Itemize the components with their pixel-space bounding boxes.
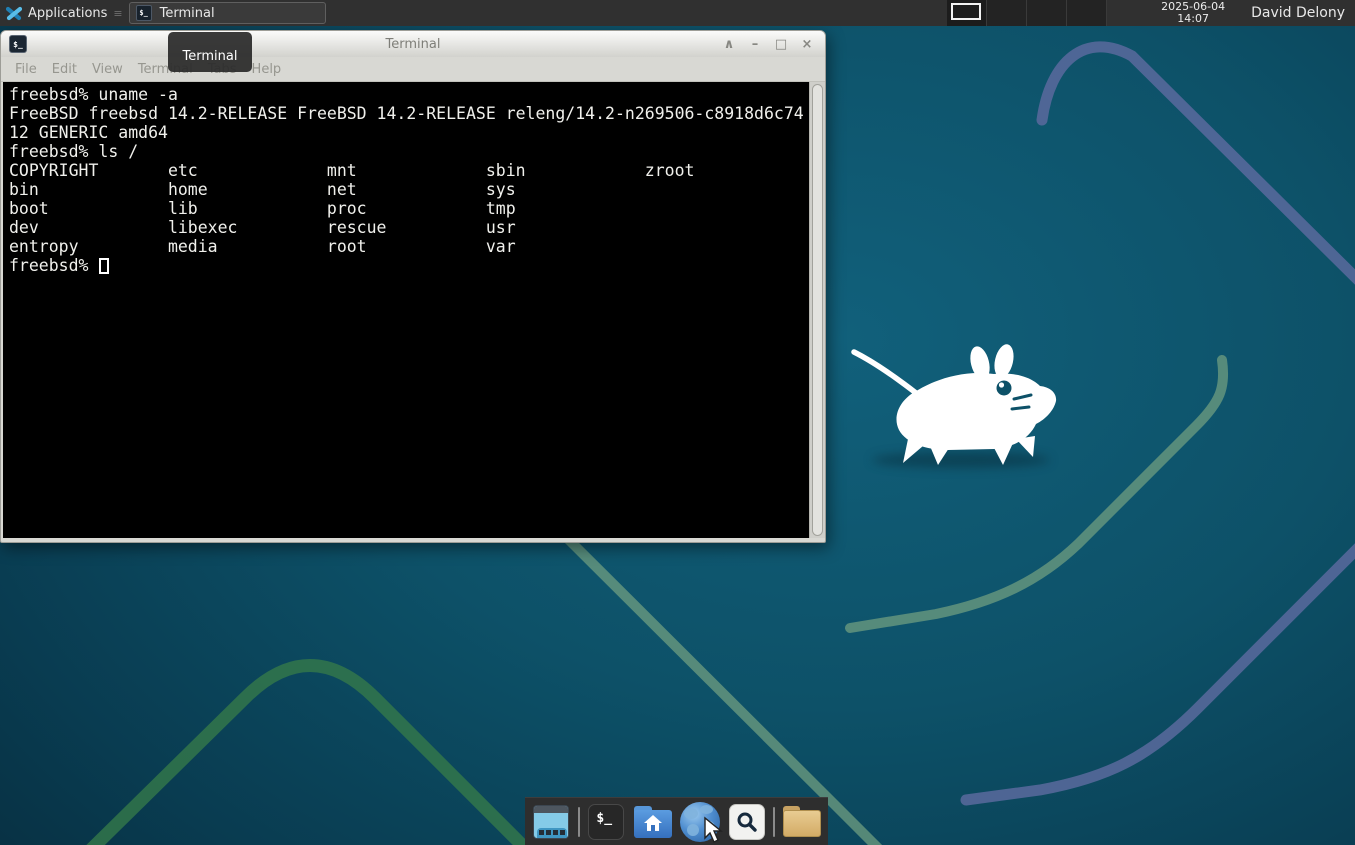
menu-edit[interactable]: Edit bbox=[52, 62, 77, 77]
terminal-line: freebsd% uname -a bbox=[9, 85, 809, 104]
workspace-4[interactable] bbox=[1067, 0, 1107, 26]
menubar: File Edit View Terminal Tabs Help bbox=[1, 57, 825, 82]
dock-separator bbox=[773, 807, 775, 837]
mouse-pointer-icon bbox=[702, 816, 724, 844]
dock-file-manager-button[interactable] bbox=[633, 802, 673, 842]
applications-label: Applications bbox=[28, 6, 107, 21]
terminal-line: COPYRIGHT etc mnt sbin zroot bbox=[9, 161, 809, 180]
terminal-line: 12 GENERIC amd64 bbox=[9, 123, 809, 142]
dock-web-browser-button[interactable] bbox=[680, 802, 720, 842]
workspace-2[interactable] bbox=[987, 0, 1027, 26]
menu-help[interactable]: Help bbox=[252, 62, 282, 77]
dock-app-finder-button[interactable] bbox=[727, 802, 767, 842]
scrollbar[interactable] bbox=[809, 82, 825, 538]
workspace-3[interactable] bbox=[1027, 0, 1067, 26]
xfce-mouse-logo-icon bbox=[846, 336, 1078, 490]
folder-icon bbox=[783, 806, 821, 837]
home-folder-icon bbox=[634, 806, 672, 838]
user-menu[interactable]: David Delony bbox=[1251, 5, 1345, 21]
dock-separator bbox=[578, 807, 580, 837]
terminal-line: freebsd% ls / bbox=[9, 142, 809, 161]
taskbar-terminal-label: Terminal bbox=[160, 6, 215, 21]
workspace-1[interactable] bbox=[947, 0, 987, 26]
show-desktop-icon bbox=[533, 805, 569, 839]
maximize-button[interactable]: □ bbox=[773, 37, 789, 52]
terminal-line: bin home net sys bbox=[9, 180, 809, 199]
terminal-icon: $_ bbox=[588, 804, 624, 840]
xfce-logo-icon bbox=[6, 5, 22, 21]
applications-menu-button[interactable]: Applications bbox=[0, 0, 113, 26]
terminal-line: entropy media root var bbox=[9, 237, 809, 256]
panel-clock[interactable]: 2025-06-04 14:07 bbox=[1147, 1, 1239, 25]
minimize-button[interactable]: – bbox=[747, 37, 763, 52]
tooltip-text: Terminal bbox=[183, 49, 238, 64]
window-title: Terminal bbox=[1, 37, 825, 52]
search-icon bbox=[729, 804, 765, 840]
clock-time: 14:07 bbox=[1147, 13, 1239, 25]
dock-folder-button[interactable] bbox=[782, 802, 822, 842]
terminal-prompt-line: freebsd% bbox=[9, 256, 809, 275]
menu-file[interactable]: File bbox=[15, 62, 37, 77]
terminal-window: $_ Terminal ∧ – □ × File Edit View Termi… bbox=[0, 30, 826, 543]
terminal-line: FreeBSD freebsd 14.2-RELEASE FreeBSD 14.… bbox=[9, 104, 809, 123]
terminal-icon: $_ bbox=[136, 5, 152, 21]
menu-view[interactable]: View bbox=[92, 62, 123, 77]
terminal-line: boot lib proc tmp bbox=[9, 199, 809, 218]
terminal-tooltip: Terminal bbox=[168, 32, 252, 72]
terminal-line: dev libexec rescue usr bbox=[9, 218, 809, 237]
dock: $_ bbox=[525, 797, 828, 845]
terminal-cursor bbox=[99, 258, 109, 274]
dock-terminal-button[interactable]: $_ bbox=[587, 802, 627, 842]
show-desktop-button[interactable] bbox=[531, 802, 571, 842]
workspace-switcher[interactable] bbox=[947, 0, 1107, 26]
close-button[interactable]: × bbox=[799, 37, 815, 52]
window-terminal-icon: $_ bbox=[9, 35, 27, 53]
taskbar-terminal-button[interactable]: $_ Terminal bbox=[129, 2, 326, 24]
terminal-output[interactable]: freebsd% uname -a FreeBSD freebsd 14.2-R… bbox=[3, 82, 809, 538]
shade-button[interactable]: ∧ bbox=[721, 37, 737, 52]
top-panel: Applications ≡ $_ Terminal 2025-06-04 14… bbox=[0, 0, 1355, 26]
scrollbar-thumb[interactable] bbox=[812, 84, 823, 536]
titlebar[interactable]: $_ Terminal ∧ – □ × bbox=[1, 31, 825, 57]
panel-drag-handle[interactable]: ≡ bbox=[113, 7, 122, 20]
